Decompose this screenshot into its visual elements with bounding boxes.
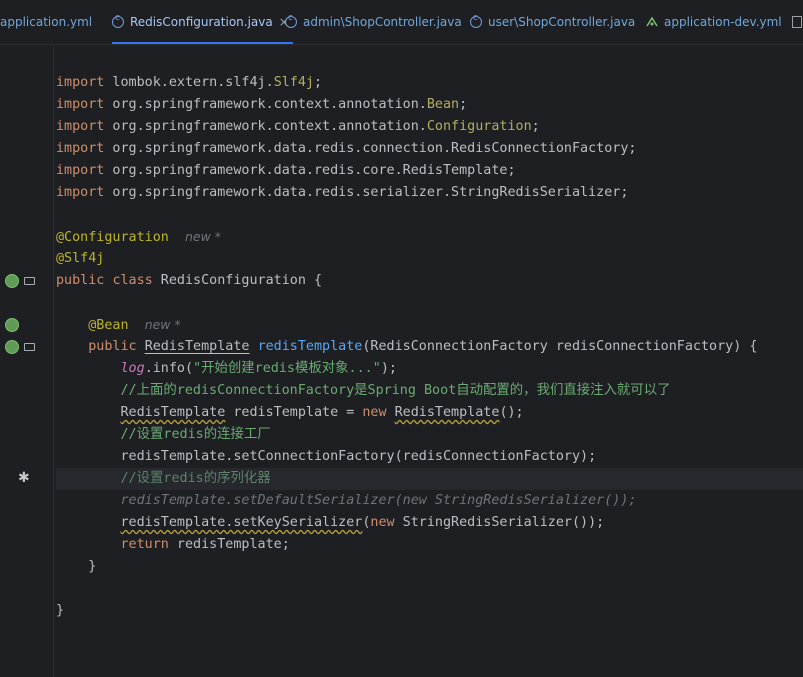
usage-hint[interactable]: new * <box>185 229 221 244</box>
code-line: public RedisTemplate redisTemplate(Redis… <box>88 339 758 354</box>
spring-bean-icon[interactable] <box>5 318 19 332</box>
usage-hint[interactable]: new * <box>145 317 181 332</box>
code-line: redisTemplate.setKeySerializer(new Strin… <box>120 515 605 530</box>
gutter <box>0 45 54 677</box>
class-icon <box>470 13 482 28</box>
code-line: return redisTemplate; <box>120 537 290 552</box>
spring-bean-icon[interactable] <box>5 340 19 354</box>
code-line-current: //设置redis的序列化器 <box>56 468 803 490</box>
editor-tab-bar: application.yml RedisConfiguration.java … <box>0 0 803 45</box>
tab-user-shop-controller[interactable]: user\ShopController.java <box>470 0 635 44</box>
code-line: redisTemplate.setConnectionFactory(redis… <box>120 449 597 464</box>
code-line: //设置redis的连接工厂 <box>120 427 271 442</box>
tab-list-icon[interactable] <box>792 16 802 28</box>
tab-admin-shop-controller[interactable]: admin\ShopController.java <box>285 0 462 44</box>
tab-label: admin\ShopController.java <box>303 15 462 29</box>
class-icon <box>112 13 124 28</box>
tab-label: application-dev.yml <box>664 15 782 29</box>
code-line: import org.springframework.data.redis.co… <box>56 163 516 178</box>
code-line: import org.springframework.context.annot… <box>56 119 540 134</box>
code-line: RedisTemplate redisTemplate = new RedisT… <box>120 405 524 420</box>
code-line: @Bean new * <box>88 317 181 333</box>
code-line: import org.springframework.context.annot… <box>56 97 468 112</box>
code-line: //上面的redisConnectionFactory是Spring Boot自… <box>120 383 671 398</box>
code-editor[interactable]: ✱ import lombok.extern.slf4j.Slf4j; impo… <box>0 45 803 677</box>
code-line: import org.springframework.data.redis.co… <box>56 141 637 156</box>
tab-application-dev-yml[interactable]: application-dev.yml <box>646 0 782 44</box>
tab-label: RedisConfiguration.java <box>130 15 273 29</box>
tab-label: user\ShopController.java <box>488 15 636 29</box>
code-line: public class RedisConfiguration { <box>56 273 323 288</box>
code-line: @Configuration new * <box>56 229 222 245</box>
implementation-icon[interactable] <box>24 343 35 351</box>
gutter-separator <box>53 45 54 677</box>
code-line: } <box>56 603 65 618</box>
tab-redis-configuration[interactable]: RedisConfiguration.java × <box>112 0 293 44</box>
implementation-icon[interactable] <box>24 277 35 285</box>
spring-bean-icon[interactable] <box>5 274 19 288</box>
code-line: import lombok.extern.slf4j.Slf4j; <box>56 75 323 90</box>
code-line: log.info("开始创建redis模板对象..."); <box>120 361 397 376</box>
class-icon <box>285 13 297 28</box>
code-line: } <box>88 559 97 574</box>
tab-application-yml[interactable]: application.yml <box>0 0 92 44</box>
bookmark-star-icon[interactable]: ✱ <box>18 470 30 486</box>
code-line: @Slf4j <box>56 251 105 266</box>
yaml-icon <box>646 16 658 28</box>
code-line: redisTemplate.setDefaultSerializer(new S… <box>120 493 637 508</box>
tab-label: application.yml <box>0 15 93 29</box>
code-line: import org.springframework.data.redis.se… <box>56 185 629 200</box>
